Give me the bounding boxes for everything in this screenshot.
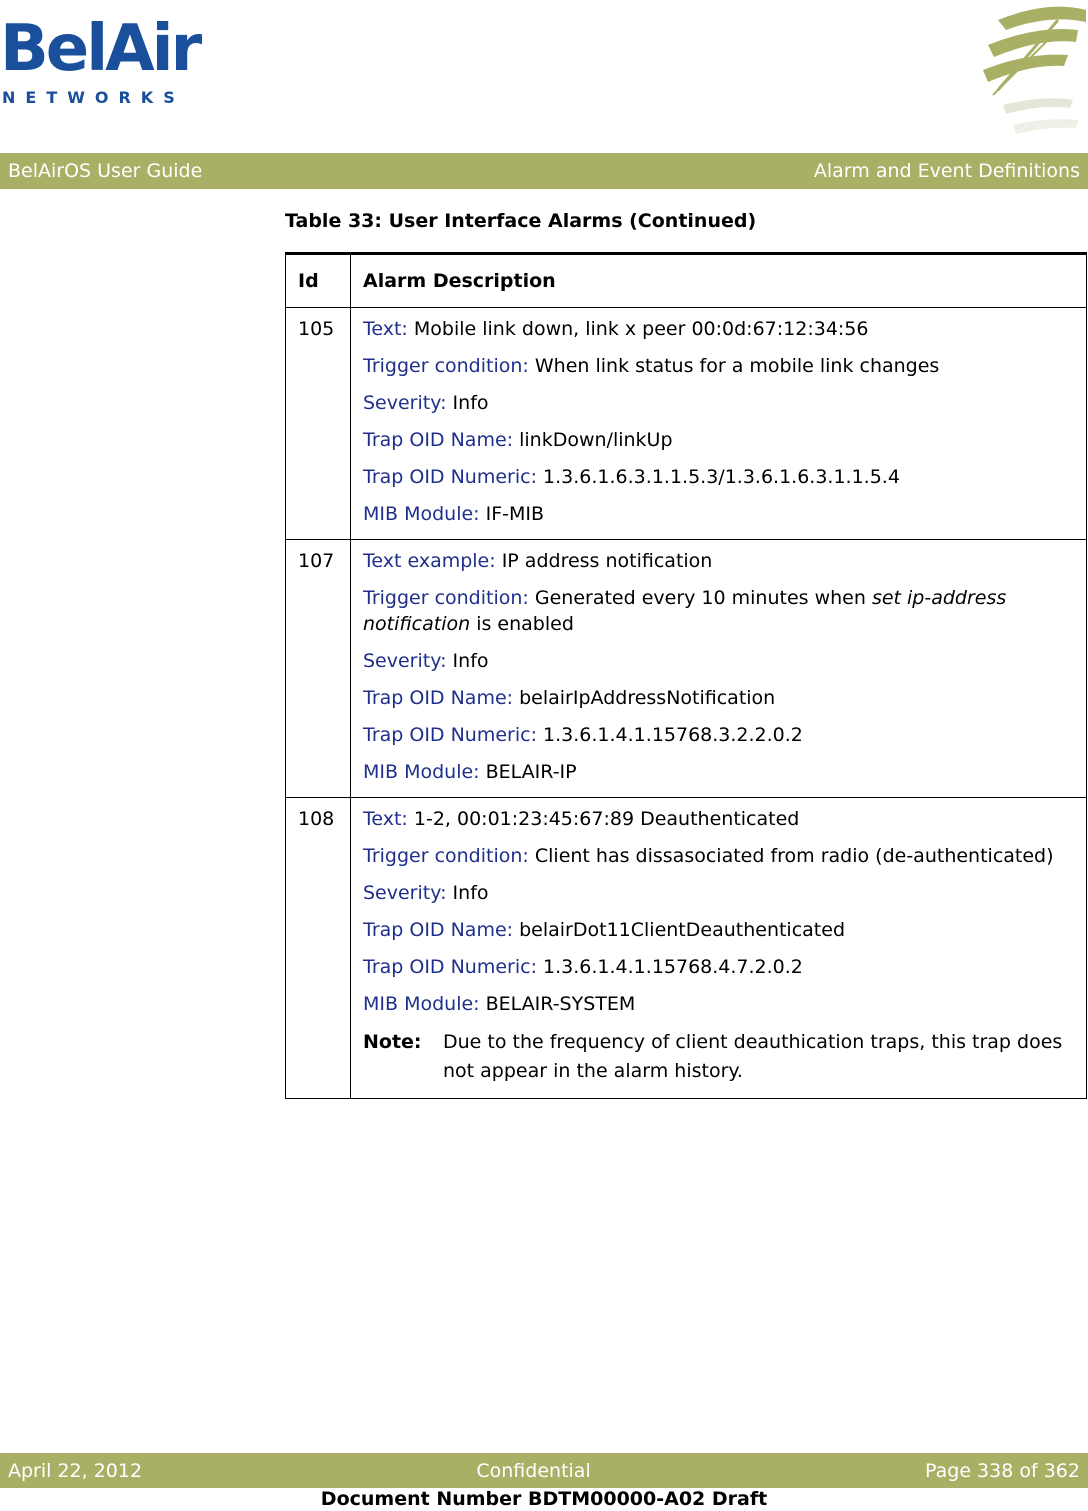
- field-text: Text: 1-2, 00:01:23:45:67:89 Deauthentic…: [363, 808, 800, 830]
- column-header-description: Alarm Description: [350, 252, 1087, 308]
- field-oid-name: Trap OID Name: belairDot11ClientDeauthen…: [363, 919, 846, 941]
- footer-page-number: Page 338 of 362: [925, 1459, 1080, 1482]
- field-oid-numeric: Trap OID Numeric: 1.3.6.1.6.3.1.1.5.3/1.…: [363, 466, 900, 488]
- alarms-table: Id Alarm Description 105 Text: Mobile li…: [285, 252, 1087, 1099]
- field-oid-name: Trap OID Name: belairIpAddressNotificati…: [363, 687, 776, 709]
- logo-sub: NETWORKS: [2, 88, 185, 107]
- note: Note: Due to the frequency of client dea…: [363, 1028, 1074, 1086]
- footer-confidential: Confidential: [476, 1459, 591, 1482]
- field-mib-module: MIB Module: BELAIR-SYSTEM: [363, 993, 636, 1015]
- swoosh-graphic-icon: [983, 6, 1086, 134]
- document-number: Document Number BDTM00000-A02 Draft: [320, 1488, 768, 1510]
- table-header-row: Id Alarm Description: [285, 252, 1087, 308]
- note-text: Due to the frequency of client deauthica…: [443, 1031, 1063, 1082]
- alarm-id: 105: [285, 307, 351, 540]
- header-bar: BelAirOS User Guide Alarm and Event Defi…: [0, 153, 1088, 189]
- alarm-description: Text: 1-2, 00:01:23:45:67:89 Deauthentic…: [350, 797, 1087, 1099]
- field-trigger: Trigger condition: Generated every 10 mi…: [363, 587, 1007, 635]
- field-trigger: Trigger condition: When link status for …: [363, 355, 940, 377]
- alarm-description: Text example: IP address notification Tr…: [350, 539, 1087, 798]
- footer-bar: April 22, 2012 Confidential Page 338 of …: [0, 1453, 1088, 1488]
- field-text: Text example: IP address notification: [363, 550, 713, 572]
- field-oid-name: Trap OID Name: linkDown/linkUp: [363, 429, 673, 451]
- alarm-id: 107: [285, 539, 351, 798]
- field-severity: Severity: Info: [363, 392, 489, 414]
- field-mib-module: MIB Module: IF-MIB: [363, 503, 545, 525]
- table-title: Table 33: User Interface Alarms (Continu…: [285, 210, 757, 232]
- header-guide-title: BelAirOS User Guide: [8, 160, 203, 182]
- alarm-description: Text: Mobile link down, link x peer 00:0…: [350, 307, 1087, 540]
- field-severity: Severity: Info: [363, 650, 489, 672]
- table-row: 105 Text: Mobile link down, link x peer …: [285, 307, 1087, 540]
- table-row: 108 Text: 1-2, 00:01:23:45:67:89 Deauthe…: [285, 797, 1087, 1099]
- alarm-id: 108: [285, 797, 351, 1099]
- field-text: Text: Mobile link down, link x peer 00:0…: [363, 318, 869, 340]
- table-row: 107 Text example: IP address notificatio…: [285, 539, 1087, 798]
- column-header-id: Id: [285, 252, 351, 308]
- logo-brand: BelAir: [0, 12, 202, 86]
- header-section-title: Alarm and Event Definitions: [813, 160, 1080, 182]
- field-oid-numeric: Trap OID Numeric: 1.3.6.1.4.1.15768.4.7.…: [363, 956, 803, 978]
- field-mib-module: MIB Module: BELAIR-IP: [363, 761, 577, 783]
- note-label: Note:: [363, 1031, 422, 1053]
- field-severity: Severity: Info: [363, 882, 489, 904]
- field-oid-numeric: Trap OID Numeric: 1.3.6.1.4.1.15768.3.2.…: [363, 724, 803, 746]
- field-trigger: Trigger condition: Client has dissasocia…: [363, 845, 1054, 867]
- belair-logo: BelAir NETWORKS: [0, 12, 202, 107]
- footer-date: April 22, 2012: [8, 1459, 143, 1482]
